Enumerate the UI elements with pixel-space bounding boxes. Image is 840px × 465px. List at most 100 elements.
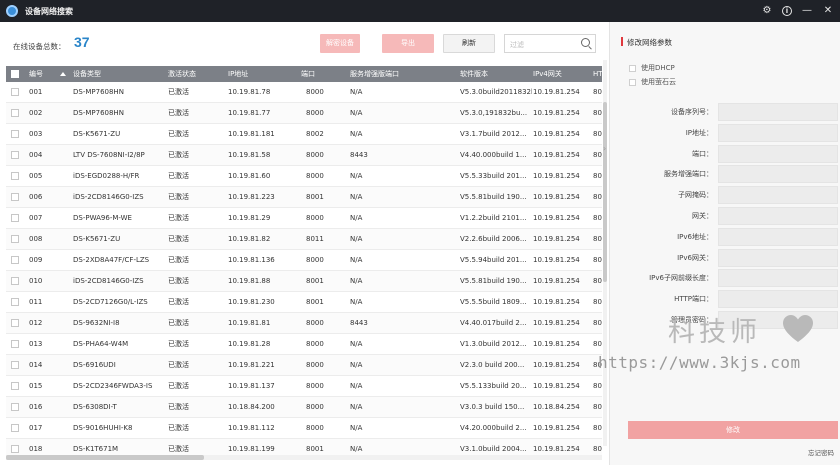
filter-search-box[interactable]: 过滤	[504, 34, 596, 53]
param-field: 设备序列号：	[610, 103, 840, 121]
param-field-input[interactable]	[718, 269, 838, 288]
column-header-ipv4-gateway[interactable]: IPv4网关	[533, 66, 588, 82]
column-header-enhanced-port[interactable]: 服务增强版端口	[350, 66, 455, 82]
table-row[interactable]: 006 iDS-2CD8146G0-IZS 已激活 10.19.81.223 8001 N…	[6, 187, 602, 208]
table-row[interactable]: 007 DS-PWA96-M-WE 已激活 10.19.81.29 8000 N/A V1.…	[6, 208, 602, 229]
column-header-number[interactable]: 编号	[29, 66, 59, 82]
table-row[interactable]: 001 DS-MP7608HN 已激活 10.19.81.78 8000 N/A V5.3.…	[6, 82, 602, 103]
export-button[interactable]: 导出	[382, 34, 434, 53]
table-row[interactable]: 009 DS-2XD8A47F/CF-LZS 已激活 10.19.81.136 8000…	[6, 250, 602, 271]
select-all-checkbox[interactable]	[11, 70, 19, 78]
param-field-input[interactable]	[718, 186, 838, 205]
cell-ipv4-gateway: 10.19.81.254	[533, 214, 580, 222]
param-field-label: HTTP端口：	[674, 295, 713, 304]
table-row[interactable]: 015 DS-2CD2346FWDA3-IS 已激活 10.19.81.137 8000…	[6, 376, 602, 397]
cell-ip: 10.19.81.77	[228, 109, 271, 117]
online-count-value: 37	[74, 34, 90, 50]
refresh-button[interactable]: 刷新	[443, 34, 495, 53]
row-checkbox[interactable]	[11, 424, 19, 432]
sort-arrow-icon[interactable]	[60, 72, 66, 76]
row-checkbox[interactable]	[11, 151, 19, 159]
vertical-scrollbar[interactable]	[603, 60, 607, 446]
info-icon[interactable]: i	[782, 6, 792, 16]
forgot-password-link[interactable]: 忘记密码	[808, 447, 834, 457]
row-checkbox[interactable]	[11, 193, 19, 201]
row-checkbox[interactable]	[11, 109, 19, 117]
param-field-input[interactable]	[718, 311, 838, 329]
column-header-software-version[interactable]: 软件版本	[460, 66, 528, 82]
table-row[interactable]: 016 DS-6308DI-T 已激活 10.18.84.200 8000 N/A V3.0…	[6, 397, 602, 418]
param-field: IPv6网关：	[610, 248, 840, 267]
table-row[interactable]: 012 DS-9632NI-I8 已激活 10.19.81.81 8000 8443 V4.…	[6, 313, 602, 334]
cell-ip: 10.19.81.58	[228, 151, 271, 159]
table-row[interactable]: 010 iDS-2CD8146G0-IZS 已激活 10.19.81.88 8001 N/…	[6, 271, 602, 292]
cell-port: 8000	[306, 151, 324, 159]
row-checkbox[interactable]	[11, 319, 19, 327]
table-row[interactable]: 014 DS-6916UDI 已激活 10.19.81.221 8000 N/A V2.3.…	[6, 355, 602, 376]
table-row[interactable]: 013 DS-PHA64-W4M 已激活 10.19.81.28 8000 N/A V1.3…	[6, 334, 602, 355]
online-count-label: 在线设备总数：	[13, 42, 66, 51]
use-dhcp-option[interactable]: 使用DHCP	[629, 63, 675, 73]
minimize-icon[interactable]: —	[801, 5, 813, 17]
table-row[interactable]: 005 iDS-EGD0288-H/FR 已激活 10.19.81.60 8000 N/A…	[6, 166, 602, 187]
horizontal-scrollbar-thumb[interactable]	[6, 455, 204, 460]
cell-ip: 10.19.81.137	[228, 382, 275, 390]
row-checkbox[interactable]	[11, 235, 19, 243]
settings-gear-icon[interactable]: ⚙	[761, 5, 773, 17]
table-row[interactable]: 004 LTV DS-7608NI-I2/8P 已激活 10.19.81.58 8000…	[6, 145, 602, 166]
cell-enhanced-port: 8443	[350, 151, 368, 159]
row-checkbox[interactable]	[11, 361, 19, 369]
activate-device-button[interactable]: 解密设备	[320, 34, 360, 53]
column-header-http[interactable]: HT	[593, 66, 602, 82]
use-cloud-option[interactable]: 使用萤石云	[629, 77, 676, 87]
table-row[interactable]: 011 DS-2CD7126G0/L-IZS 已激活 10.19.81.230 8001…	[6, 292, 602, 313]
use-cloud-checkbox[interactable]	[629, 78, 636, 86]
row-checkbox[interactable]	[11, 382, 19, 390]
param-field-input[interactable]	[718, 165, 838, 184]
filter-search-input[interactable]: 过滤	[510, 40, 524, 50]
row-checkbox[interactable]	[11, 214, 19, 222]
search-icon[interactable]	[581, 38, 590, 47]
param-field-input[interactable]	[718, 103, 838, 121]
column-header-status[interactable]: 激活状态	[168, 66, 223, 82]
close-icon[interactable]: ✕	[822, 5, 834, 17]
row-checkbox[interactable]	[11, 340, 19, 348]
row-checkbox[interactable]	[11, 403, 19, 411]
row-checkbox[interactable]	[11, 277, 19, 285]
row-checkbox[interactable]	[11, 256, 19, 264]
row-checkbox[interactable]	[11, 172, 19, 180]
table-row[interactable]: 017 DS-9016HUHI-K8 已激活 10.19.81.112 8000 N/A V…	[6, 418, 602, 439]
window-title: 设备网络搜索	[25, 6, 73, 16]
cell-device-type: DS-K5671-ZU	[73, 130, 121, 138]
param-field-input[interactable]	[718, 248, 838, 267]
use-dhcp-checkbox[interactable]	[629, 64, 636, 72]
row-checkbox[interactable]	[11, 445, 19, 453]
column-header-ip[interactable]: IP地址	[228, 66, 296, 82]
param-field-label: 端口：	[692, 149, 713, 158]
cell-software-version: V5.5.33build 201...	[460, 172, 527, 180]
row-checkbox[interactable]	[11, 88, 19, 96]
cell-ip: 10.19.81.88	[228, 277, 271, 285]
param-field-label: 子网掩码：	[678, 191, 713, 200]
param-field-input[interactable]	[718, 144, 838, 163]
table-row[interactable]: 002 DS-MP7608HN 已激活 10.19.81.77 8000 N/A V5.3.…	[6, 103, 602, 124]
param-field-input[interactable]	[718, 207, 838, 225]
column-header-port[interactable]: 端口	[301, 66, 345, 82]
vertical-scrollbar-thumb[interactable]	[603, 102, 607, 282]
row-checkbox[interactable]	[11, 298, 19, 306]
cell-ipv4-gateway: 10.19.81.254	[533, 256, 580, 264]
param-field-input[interactable]	[718, 290, 838, 309]
cell-number: 016	[29, 403, 43, 411]
cell-software-version: V4.40.017build 2...	[460, 319, 527, 327]
cell-http: 80	[593, 172, 602, 180]
table-row[interactable]: 003 DS-K5671-ZU 已激活 10.19.81.181 8002 N/A V3.1…	[6, 124, 602, 145]
column-header-device-type[interactable]: 设备类型	[73, 66, 163, 82]
horizontal-scrollbar[interactable]	[6, 455, 602, 460]
table-row[interactable]: 008 DS-K5671-ZU 已激活 10.19.81.82 8011 N/A V2.2.…	[6, 229, 602, 250]
modify-button[interactable]: 修改	[628, 421, 838, 439]
param-field-input[interactable]	[718, 227, 838, 246]
cell-http: 80	[593, 298, 602, 306]
param-field-input[interactable]	[718, 123, 838, 142]
row-checkbox[interactable]	[11, 130, 19, 138]
cell-http: 80	[593, 214, 602, 222]
